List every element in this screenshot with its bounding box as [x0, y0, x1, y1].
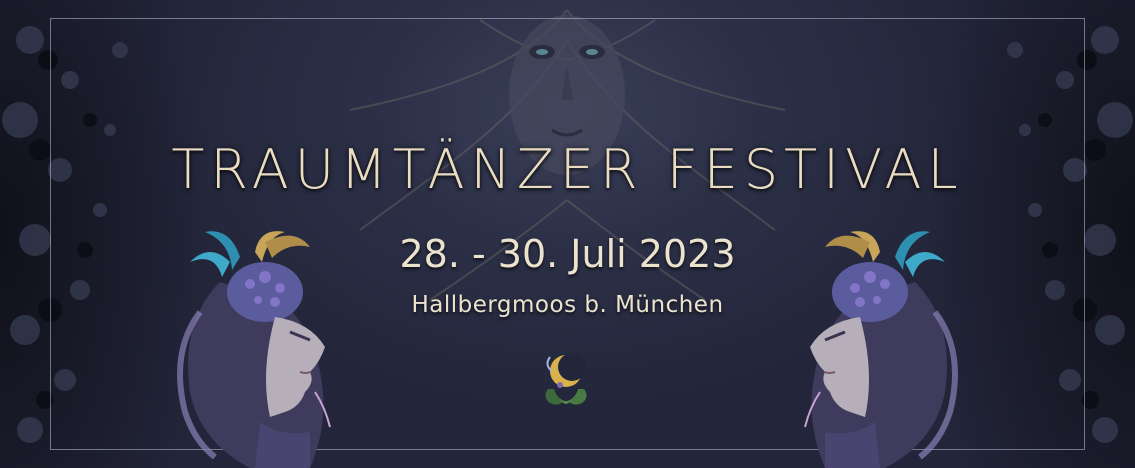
crescent-moon-emblem-icon	[545, 353, 587, 405]
left-horned-figure-illustration	[177, 231, 331, 468]
festival-banner: TRAUMTÄNZER FESTIVAL 28. - 30. Juli 2023…	[0, 0, 1135, 468]
right-horned-figure-illustration	[804, 231, 958, 468]
festival-title: TRAUMTÄNZER FESTIVAL	[171, 138, 964, 201]
